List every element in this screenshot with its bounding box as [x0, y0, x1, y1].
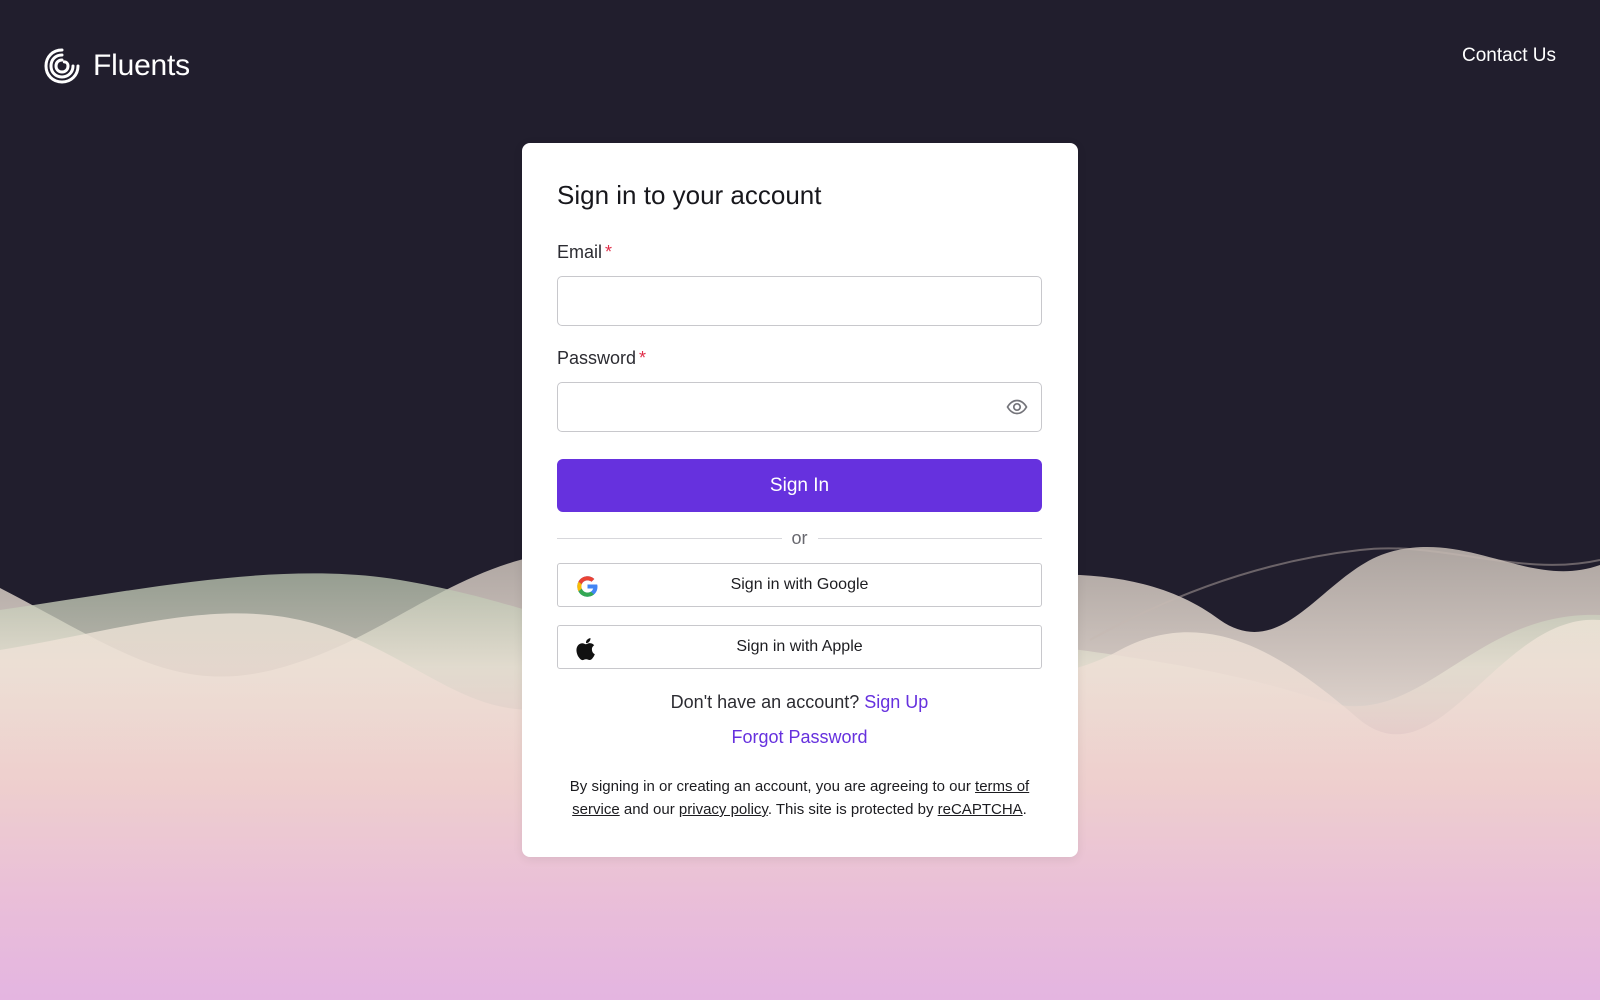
sign-up-link[interactable]: Sign Up [864, 692, 928, 712]
google-icon [577, 576, 598, 597]
contact-us-link[interactable]: Contact Us [1462, 44, 1556, 68]
legal-prefix: By signing in or creating an account, yo… [569, 778, 976, 795]
sign-in-button[interactable]: Sign In [557, 459, 1042, 512]
brand-name: Fluents [93, 49, 190, 82]
divider-text: or [791, 528, 808, 548]
divider-line-right [817, 537, 1043, 539]
apple-sign-in-label: Sign in with Apple [736, 638, 863, 655]
google-sign-in-label: Sign in with Google [730, 576, 869, 593]
password-label-text: Password [557, 348, 637, 368]
spiral-logo-icon [44, 48, 80, 84]
eye-icon[interactable] [1006, 398, 1028, 416]
signup-row: Don't have an account? Sign Up [557, 691, 1042, 713]
forgot-password-link[interactable]: Forgot Password [731, 727, 867, 747]
email-field[interactable] [557, 276, 1042, 326]
apple-sign-in-button[interactable]: Sign in with Apple [557, 625, 1042, 669]
google-sign-in-button[interactable]: Sign in with Google [557, 563, 1042, 607]
password-label: Password * [557, 347, 1043, 369]
sign-in-card: Sign in to your account Email * Password *… [522, 143, 1078, 857]
password-field[interactable] [557, 382, 1042, 432]
top-navigation: Fluents Contact Us [0, 0, 1600, 120]
email-required-mark: * [605, 242, 613, 262]
or-divider: or [557, 525, 1043, 551]
email-field-wrap [557, 276, 1042, 326]
divider-line-left [557, 537, 782, 539]
recaptcha-link[interactable]: reCAPTCHA [938, 801, 1023, 818]
password-field-wrap [557, 382, 1042, 432]
legal-notice: By signing in or creating an account, yo… [557, 775, 1042, 821]
page-title: Sign in to your account [557, 180, 822, 210]
privacy-policy-link[interactable]: privacy policy [679, 801, 768, 818]
sign-in-page: Fluents Contact Us Sign in to your accou… [0, 0, 1600, 1000]
email-label: Email * [557, 241, 1043, 263]
legal-suffix: . This site is protected by [767, 801, 938, 818]
apple-icon [576, 638, 595, 661]
password-required-mark: * [639, 348, 647, 368]
legal-end: . [1022, 801, 1027, 818]
signup-prompt: Don't have an account? [670, 692, 860, 712]
brand-logo[interactable]: Fluents [44, 48, 190, 84]
legal-middle: and our [619, 801, 679, 818]
email-label-text: Email [557, 242, 603, 262]
forgot-password-row: Forgot Password [557, 726, 1042, 748]
